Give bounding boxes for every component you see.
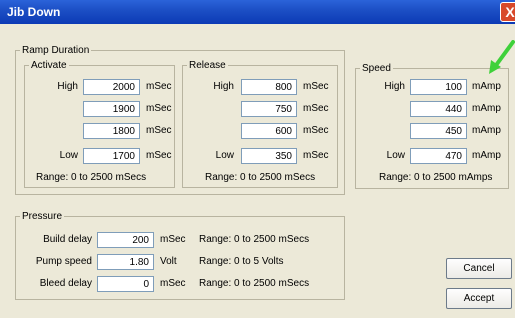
speed-range: Range: 0 to 2500 mAmps: [379, 172, 493, 183]
build-delay-label: Build delay: [43, 234, 92, 245]
bleed-delay-label: Bleed delay: [39, 278, 92, 289]
green-arrow-icon: [489, 40, 515, 74]
release-row3-input[interactable]: 600: [241, 123, 297, 139]
activate-high-unit: mSec: [146, 81, 172, 92]
speed-low-input[interactable]: 470: [410, 148, 467, 164]
build-delay-range: Range: 0 to 2500 mSecs: [199, 234, 310, 245]
accept-button[interactable]: Accept: [446, 288, 512, 309]
pump-speed-range: Range: 0 to 5 Volts: [199, 256, 284, 267]
bleed-delay-input[interactable]: 0: [97, 276, 154, 292]
speed-row3-unit: mAmp: [472, 125, 501, 136]
activate-low-label: Low: [59, 150, 78, 161]
speed-high-input[interactable]: 100: [410, 79, 467, 95]
release-low-label: Low: [215, 150, 234, 161]
ramp-duration-legend: Ramp Duration: [22, 45, 90, 56]
speed-low-label: Low: [386, 150, 405, 161]
speed-row2-unit: mAmp: [472, 103, 501, 114]
activate-high-input[interactable]: 2000: [83, 79, 140, 95]
activate-high-label: High: [57, 81, 78, 92]
speed-high-label: High: [384, 81, 405, 92]
window-title: Jib Down: [7, 5, 61, 19]
activate-row2-input[interactable]: 1900: [83, 101, 140, 117]
activate-row3-unit: mSec: [146, 125, 172, 136]
close-button[interactable]: X: [500, 2, 515, 22]
build-delay-unit: mSec: [160, 234, 186, 245]
bleed-delay-range: Range: 0 to 2500 mSecs: [199, 278, 310, 289]
activate-low-unit: mSec: [146, 150, 172, 161]
release-range: Range: 0 to 2500 mSecs: [205, 172, 316, 183]
activate-range: Range: 0 to 2500 mSecs: [36, 172, 147, 183]
activate-row3-input[interactable]: 1800: [83, 123, 140, 139]
pump-speed-unit: Volt: [160, 256, 177, 267]
build-delay-input[interactable]: 200: [97, 232, 154, 248]
release-low-unit: mSec: [303, 150, 329, 161]
release-low-input[interactable]: 350: [241, 148, 297, 164]
pressure-legend: Pressure: [22, 211, 63, 222]
cancel-button[interactable]: Cancel: [446, 258, 512, 279]
speed-legend: Speed: [362, 63, 391, 74]
release-row2-unit: mSec: [303, 103, 329, 114]
activate-legend: Activate: [31, 60, 67, 71]
bleed-delay-unit: mSec: [160, 278, 186, 289]
activate-row2-unit: mSec: [146, 103, 172, 114]
speed-high-unit: mAmp: [472, 81, 501, 92]
release-high-unit: mSec: [303, 81, 329, 92]
release-row2-input[interactable]: 750: [241, 101, 297, 117]
release-row3-unit: mSec: [303, 125, 329, 136]
release-high-input[interactable]: 800: [241, 79, 297, 95]
title-bar[interactable]: Jib Down X: [0, 0, 515, 24]
speed-row3-input[interactable]: 450: [410, 123, 467, 139]
dialog-window: Jib Down X Ramp Duration Activate High 2…: [0, 0, 515, 318]
pump-speed-input[interactable]: 1.80: [97, 254, 154, 270]
release-legend: Release: [189, 60, 226, 71]
speed-row2-input[interactable]: 440: [410, 101, 467, 117]
pump-speed-label: Pump speed: [35, 256, 92, 267]
release-high-label: High: [213, 81, 234, 92]
activate-low-input[interactable]: 1700: [83, 148, 140, 164]
speed-low-unit: mAmp: [472, 150, 501, 161]
